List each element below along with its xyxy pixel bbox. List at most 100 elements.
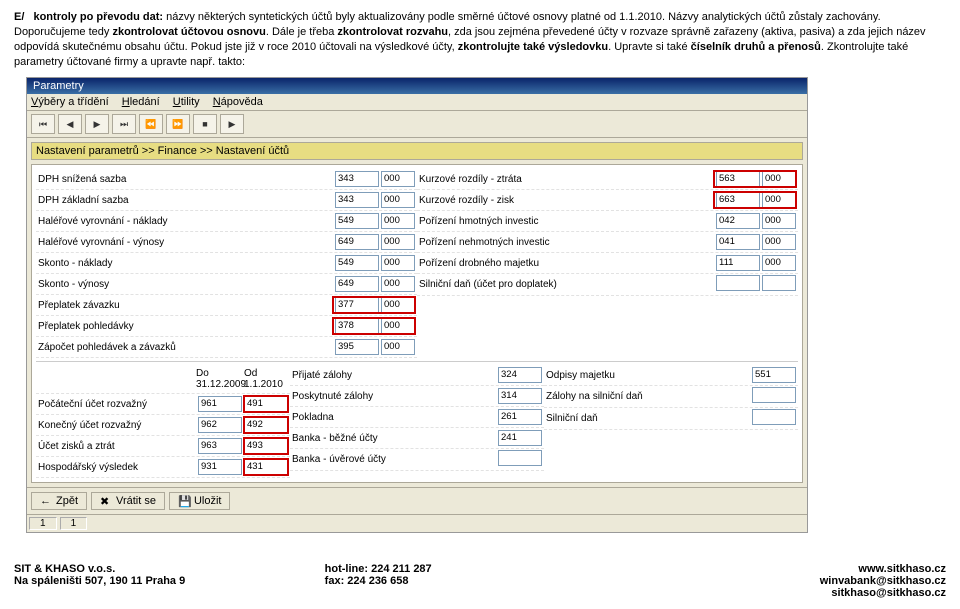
row-label: Zálohy na silniční daň: [546, 391, 750, 402]
table-row: DPH základní sazba343000: [36, 190, 417, 211]
table-row: Pořízení nehmotných investic041000: [417, 232, 798, 253]
account-field[interactable]: 261: [498, 409, 542, 425]
tool-last-icon[interactable]: ⏭: [112, 114, 136, 134]
account-field[interactable]: 343: [335, 192, 379, 208]
account-field[interactable]: 041: [716, 234, 760, 250]
footer-company: SIT & KHASO v.o.s.: [14, 563, 325, 575]
intro-p1g: zkontrolujte také výsledovku: [458, 41, 608, 53]
old-field[interactable]: 963: [198, 438, 242, 454]
sub-field[interactable]: [762, 275, 796, 291]
row-label: Banka - úvěrové účty: [292, 454, 496, 465]
table-row: Účet zisků a ztrát963493: [36, 436, 290, 457]
table-row: Pokladna261: [290, 407, 544, 428]
account-field[interactable]: 649: [335, 276, 379, 292]
intro-lead: E/: [14, 11, 24, 23]
sub-field[interactable]: 000: [381, 276, 415, 292]
tool-rev-icon[interactable]: ⏪: [139, 114, 163, 134]
table-row: Banka - úvěrové účty: [290, 449, 544, 471]
sub-field[interactable]: 000: [381, 213, 415, 229]
statusbar: 1 1: [27, 514, 807, 532]
bottom-right-column: Odpisy majetku551Zálohy na silniční daňS…: [544, 365, 798, 478]
new-field[interactable]: 431: [244, 459, 288, 475]
sub-field[interactable]: 000: [381, 297, 415, 313]
toolbar: ⏮ ◀ ▶ ⏭ ⏪ ⏩ ■ ▶: [27, 111, 807, 138]
account-field[interactable]: [752, 409, 796, 425]
row-label: Banka - běžné účty: [292, 433, 496, 444]
sub-field[interactable]: 000: [381, 255, 415, 271]
account-field[interactable]: 378: [335, 318, 379, 334]
tool-stop-icon[interactable]: ■: [193, 114, 217, 134]
row-label: Poskytnuté zálohy: [292, 391, 496, 402]
account-field[interactable]: 314: [498, 388, 542, 404]
account-field[interactable]: 042: [716, 213, 760, 229]
old-field[interactable]: 961: [198, 396, 242, 412]
row-label: Pokladna: [292, 412, 496, 423]
bottom-left-column: Do 31.12.2009 Od 1.1.2010 Počáteční účet…: [36, 365, 290, 478]
tool-play-icon[interactable]: ▶: [220, 114, 244, 134]
account-field[interactable]: 111: [716, 255, 760, 271]
sub-field[interactable]: 000: [762, 234, 796, 250]
new-field[interactable]: 493: [244, 438, 288, 454]
account-field[interactable]: 563: [716, 171, 760, 187]
sub-field[interactable]: 000: [762, 255, 796, 271]
account-field[interactable]: 549: [335, 213, 379, 229]
exit-button[interactable]: ✖Vrátit se: [91, 492, 165, 510]
status-cell: 1: [60, 517, 88, 530]
account-field[interactable]: 395: [335, 339, 379, 355]
new-field[interactable]: 492: [244, 417, 288, 433]
save-icon: 💾: [178, 495, 190, 507]
account-field[interactable]: 551: [752, 367, 796, 383]
col-header-new: Od 1.1.2010: [240, 366, 288, 392]
left-column: DPH snížená sazba343000DPH základní sazb…: [36, 169, 417, 358]
menu-item[interactable]: Výběry a třídění: [31, 96, 109, 108]
account-field[interactable]: [752, 387, 796, 403]
back-button[interactable]: ←Zpět: [31, 492, 87, 510]
save-button[interactable]: 💾Uložit: [169, 492, 231, 510]
sub-field[interactable]: 000: [381, 234, 415, 250]
account-field[interactable]: 324: [498, 367, 542, 383]
intro-p1c: zkontrolovat účtovou osnovu: [112, 26, 265, 38]
account-field[interactable]: 377: [335, 297, 379, 313]
account-field[interactable]: 649: [335, 234, 379, 250]
table-row: Počáteční účet rozvažný961491: [36, 394, 290, 415]
sub-field[interactable]: 000: [762, 213, 796, 229]
right-column: Kurzové rozdíly - ztráta563000Kurzové ro…: [417, 169, 798, 358]
sub-field[interactable]: 000: [381, 192, 415, 208]
account-field[interactable]: [498, 450, 542, 466]
back-arrow-icon: ←: [40, 495, 52, 507]
tool-fwd-icon[interactable]: ⏩: [166, 114, 190, 134]
old-field[interactable]: 931: [198, 459, 242, 475]
table-row: Silniční daň: [544, 408, 798, 430]
old-field[interactable]: 962: [198, 417, 242, 433]
table-row: Banka - běžné účty241: [290, 428, 544, 449]
tool-first-icon[interactable]: ⏮: [31, 114, 55, 134]
row-label: Silniční daň (účet pro doplatek): [419, 279, 714, 290]
menubar[interactable]: Výběry a třídění Hledání Utility Nápověd…: [27, 94, 807, 111]
page-footer: SIT & KHASO v.o.s. Na spáleništi 507, 19…: [14, 563, 946, 599]
row-label: Konečný účet rozvažný: [38, 420, 196, 431]
row-label: Kurzové rozdíly - zisk: [419, 195, 714, 206]
breadcrumb: Nastavení parametrů >> Finance >> Nastav…: [31, 142, 803, 160]
tool-next-icon[interactable]: ▶: [85, 114, 109, 134]
account-field[interactable]: 343: [335, 171, 379, 187]
sub-field[interactable]: 000: [381, 339, 415, 355]
row-label: Hospodářský výsledek: [38, 462, 196, 473]
sub-field[interactable]: 000: [381, 171, 415, 187]
new-field[interactable]: 491: [244, 396, 288, 412]
account-field[interactable]: 663: [716, 192, 760, 208]
sub-field[interactable]: 000: [762, 192, 796, 208]
row-label: Haléřové vyrovnání - výnosy: [38, 237, 333, 248]
sub-field[interactable]: 000: [381, 318, 415, 334]
account-field[interactable]: 241: [498, 430, 542, 446]
account-field[interactable]: [716, 275, 760, 291]
account-field[interactable]: 549: [335, 255, 379, 271]
table-row: DPH snížená sazba343000: [36, 169, 417, 190]
sub-field[interactable]: 000: [762, 171, 796, 187]
table-row: Kurzové rozdíly - zisk663000: [417, 190, 798, 211]
row-label: Skonto - náklady: [38, 258, 333, 269]
table-row: Přijaté zálohy324: [290, 365, 544, 386]
menu-item[interactable]: Hledání: [122, 96, 160, 108]
menu-item[interactable]: Utility: [173, 96, 200, 108]
tool-prev-icon[interactable]: ◀: [58, 114, 82, 134]
menu-item[interactable]: Nápověda: [213, 96, 263, 108]
